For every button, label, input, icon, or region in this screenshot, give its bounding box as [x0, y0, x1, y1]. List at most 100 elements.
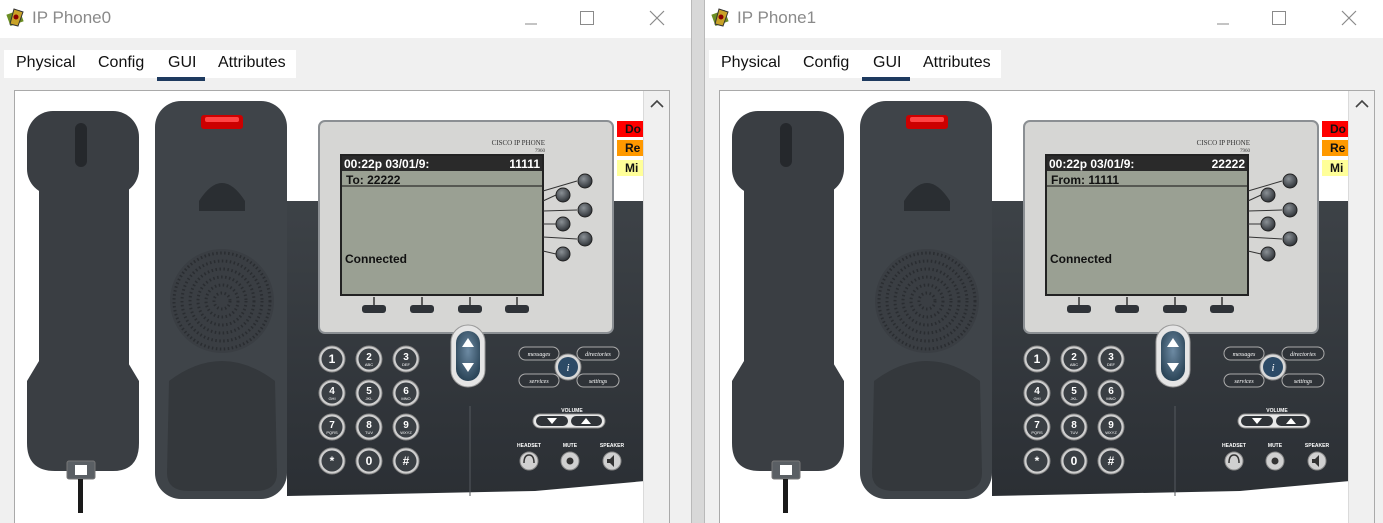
gui-panel: CISCO IP PHONE 7960 00:22p 03/01/9: 2222…	[719, 90, 1375, 523]
services-button[interactable]: services	[518, 373, 560, 388]
directories-button[interactable]: directories	[576, 346, 620, 361]
maximize-button[interactable]	[567, 4, 607, 32]
tab-config[interactable]: Config	[803, 54, 849, 72]
key-letters: PQRS	[326, 430, 338, 435]
key-star[interactable]: *	[1023, 447, 1051, 475]
key-star[interactable]: *	[318, 447, 346, 475]
key-6[interactable]: 6MNO	[392, 379, 420, 407]
key-0[interactable]: 0	[1060, 447, 1088, 475]
key-2[interactable]: 2ABC	[355, 345, 383, 373]
key-1[interactable]: 1	[318, 345, 346, 373]
title-bar: IP Phone0	[0, 0, 691, 38]
key-letters: MNO	[1106, 396, 1115, 401]
info-button[interactable]: i	[554, 353, 582, 381]
key-4[interactable]: 4GHI	[318, 379, 346, 407]
maximize-button[interactable]	[1259, 4, 1299, 32]
tab-attributes[interactable]: Attributes	[923, 54, 991, 72]
maximize-icon	[1272, 11, 1286, 25]
info-icon: i	[566, 362, 569, 374]
navigation-rocker[interactable]	[450, 324, 486, 388]
call-status: Connected	[1050, 252, 1112, 266]
speaker-button[interactable]	[1307, 451, 1327, 471]
call-line: To: 22222	[346, 173, 401, 187]
headset-button[interactable]	[1224, 451, 1244, 471]
settings-button[interactable]: settings	[1281, 373, 1325, 388]
model-label: 7960	[535, 149, 546, 154]
key-5[interactable]: 5JKL	[1060, 379, 1088, 407]
directories-button[interactable]: directories	[1281, 346, 1325, 361]
key-0[interactable]: 0	[355, 447, 383, 475]
close-button[interactable]	[1329, 4, 1369, 32]
key-letters: TUV	[365, 430, 373, 435]
key-1[interactable]: 1	[1023, 345, 1051, 373]
scroll-up-icon[interactable]	[1355, 99, 1369, 109]
svg-text:directories: directories	[1290, 352, 1316, 358]
navigation-rocker[interactable]	[1155, 324, 1191, 388]
mute-button[interactable]	[560, 451, 580, 471]
vertical-scrollbar[interactable]	[643, 91, 669, 523]
phone-screen: 00:22p 03/01/9: 22222 From: 11111 Connec…	[1045, 154, 1249, 296]
tab-attributes[interactable]: Attributes	[218, 54, 286, 72]
key-8[interactable]: 8TUV	[1060, 413, 1088, 441]
key-9[interactable]: 9WXYZ	[392, 413, 420, 441]
packet-tracer-app-icon	[711, 8, 729, 27]
key-3[interactable]: 3DEF	[1097, 345, 1125, 373]
key-8[interactable]: 8TUV	[355, 413, 383, 441]
ip-phone1-window: IP Phone1 Physical Config GUI Attributes	[704, 0, 1383, 523]
key-3[interactable]: 3DEF	[392, 345, 420, 373]
key-letters: PQRS	[1031, 430, 1043, 435]
mute-label: MUTE	[1268, 443, 1283, 449]
tab-gui[interactable]: GUI	[156, 54, 207, 81]
gui-panel: CISCO IP PHONE 7960 00:22p 03/01/9: 1111…	[14, 90, 670, 523]
svg-text:services: services	[1234, 379, 1254, 385]
handset-cradle	[155, 101, 287, 499]
key-6[interactable]: 6MNO	[1097, 379, 1125, 407]
key-7[interactable]: 7PQRS	[318, 413, 346, 441]
volume-rocker[interactable]	[1237, 413, 1311, 429]
indicator-do: Do	[617, 121, 645, 137]
key-5[interactable]: 5JKL	[355, 379, 383, 407]
minimize-button[interactable]	[1203, 4, 1243, 32]
indicator-mi: Mi	[617, 160, 645, 176]
key-digit: 0	[366, 454, 373, 468]
key-2[interactable]: 2ABC	[1060, 345, 1088, 373]
settings-button[interactable]: settings	[576, 373, 620, 388]
key-digit: #	[403, 454, 410, 468]
messages-button[interactable]: messages	[1223, 346, 1265, 361]
info-button[interactable]: i	[1259, 353, 1287, 381]
scroll-up-icon[interactable]	[650, 99, 664, 109]
close-button[interactable]	[637, 4, 677, 32]
headset-button[interactable]	[519, 451, 539, 471]
tab-config[interactable]: Config	[98, 54, 144, 72]
services-button[interactable]: services	[1223, 373, 1265, 388]
vertical-scrollbar[interactable]	[1348, 91, 1374, 523]
key-digit: *	[330, 454, 335, 468]
key-letters: MNO	[401, 396, 410, 401]
minimize-button[interactable]	[511, 4, 551, 32]
speaker-button[interactable]	[602, 451, 622, 471]
svg-text:messages: messages	[1233, 352, 1256, 358]
key-pound[interactable]: #	[1097, 447, 1125, 475]
brand-label: CISCO IP PHONE	[492, 139, 545, 147]
volume-rocker[interactable]	[532, 413, 606, 429]
handset[interactable]	[732, 111, 844, 513]
tab-physical[interactable]: Physical	[16, 54, 76, 72]
call-status: Connected	[345, 252, 407, 266]
messages-button[interactable]: messages	[518, 346, 560, 361]
tab-physical[interactable]: Physical	[721, 54, 781, 72]
tab-gui[interactable]: GUI	[861, 54, 912, 81]
key-pound[interactable]: #	[392, 447, 420, 475]
handset-cradle	[860, 101, 992, 499]
svg-text:directories: directories	[585, 352, 611, 358]
key-9[interactable]: 9WXYZ	[1097, 413, 1125, 441]
key-digit: 1	[1034, 352, 1041, 366]
packet-tracer-app-icon	[6, 8, 24, 27]
mute-button[interactable]	[1265, 451, 1285, 471]
handset[interactable]	[27, 111, 139, 513]
key-digit: 0	[1071, 454, 1078, 468]
key-7[interactable]: 7PQRS	[1023, 413, 1051, 441]
key-4[interactable]: 4GHI	[1023, 379, 1051, 407]
key-letters: ABC	[1070, 362, 1078, 367]
window-title: IP Phone1	[737, 8, 817, 27]
volume-label: VOLUME	[1266, 408, 1288, 414]
